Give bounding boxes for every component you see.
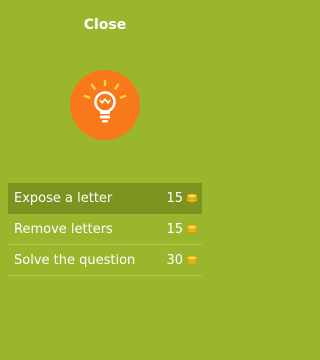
cost-value: 15 (166, 221, 183, 237)
coins-icon (186, 224, 198, 234)
coins-icon (186, 255, 198, 265)
option-solve-question[interactable]: Solve the question 30 (8, 245, 202, 276)
hint-options-list: Expose a letter 15 Remove letters 15 Sol… (8, 183, 202, 276)
option-label: Solve the question (14, 252, 136, 268)
coins-icon (186, 193, 198, 203)
cost-value: 15 (166, 190, 183, 206)
option-remove-letters[interactable]: Remove letters 15 (8, 214, 202, 245)
hint-icon-circle (70, 70, 140, 140)
option-label: Expose a letter (14, 190, 113, 206)
option-expose-letter[interactable]: Expose a letter 15 (8, 183, 202, 214)
option-cost: 30 (166, 253, 202, 268)
option-label: Remove letters (14, 221, 113, 237)
option-cost: 15 (166, 191, 202, 206)
close-button[interactable]: Close (0, 17, 210, 33)
option-cost: 15 (166, 222, 202, 237)
cost-value: 30 (166, 252, 183, 268)
lightbulb-icon (83, 79, 127, 123)
